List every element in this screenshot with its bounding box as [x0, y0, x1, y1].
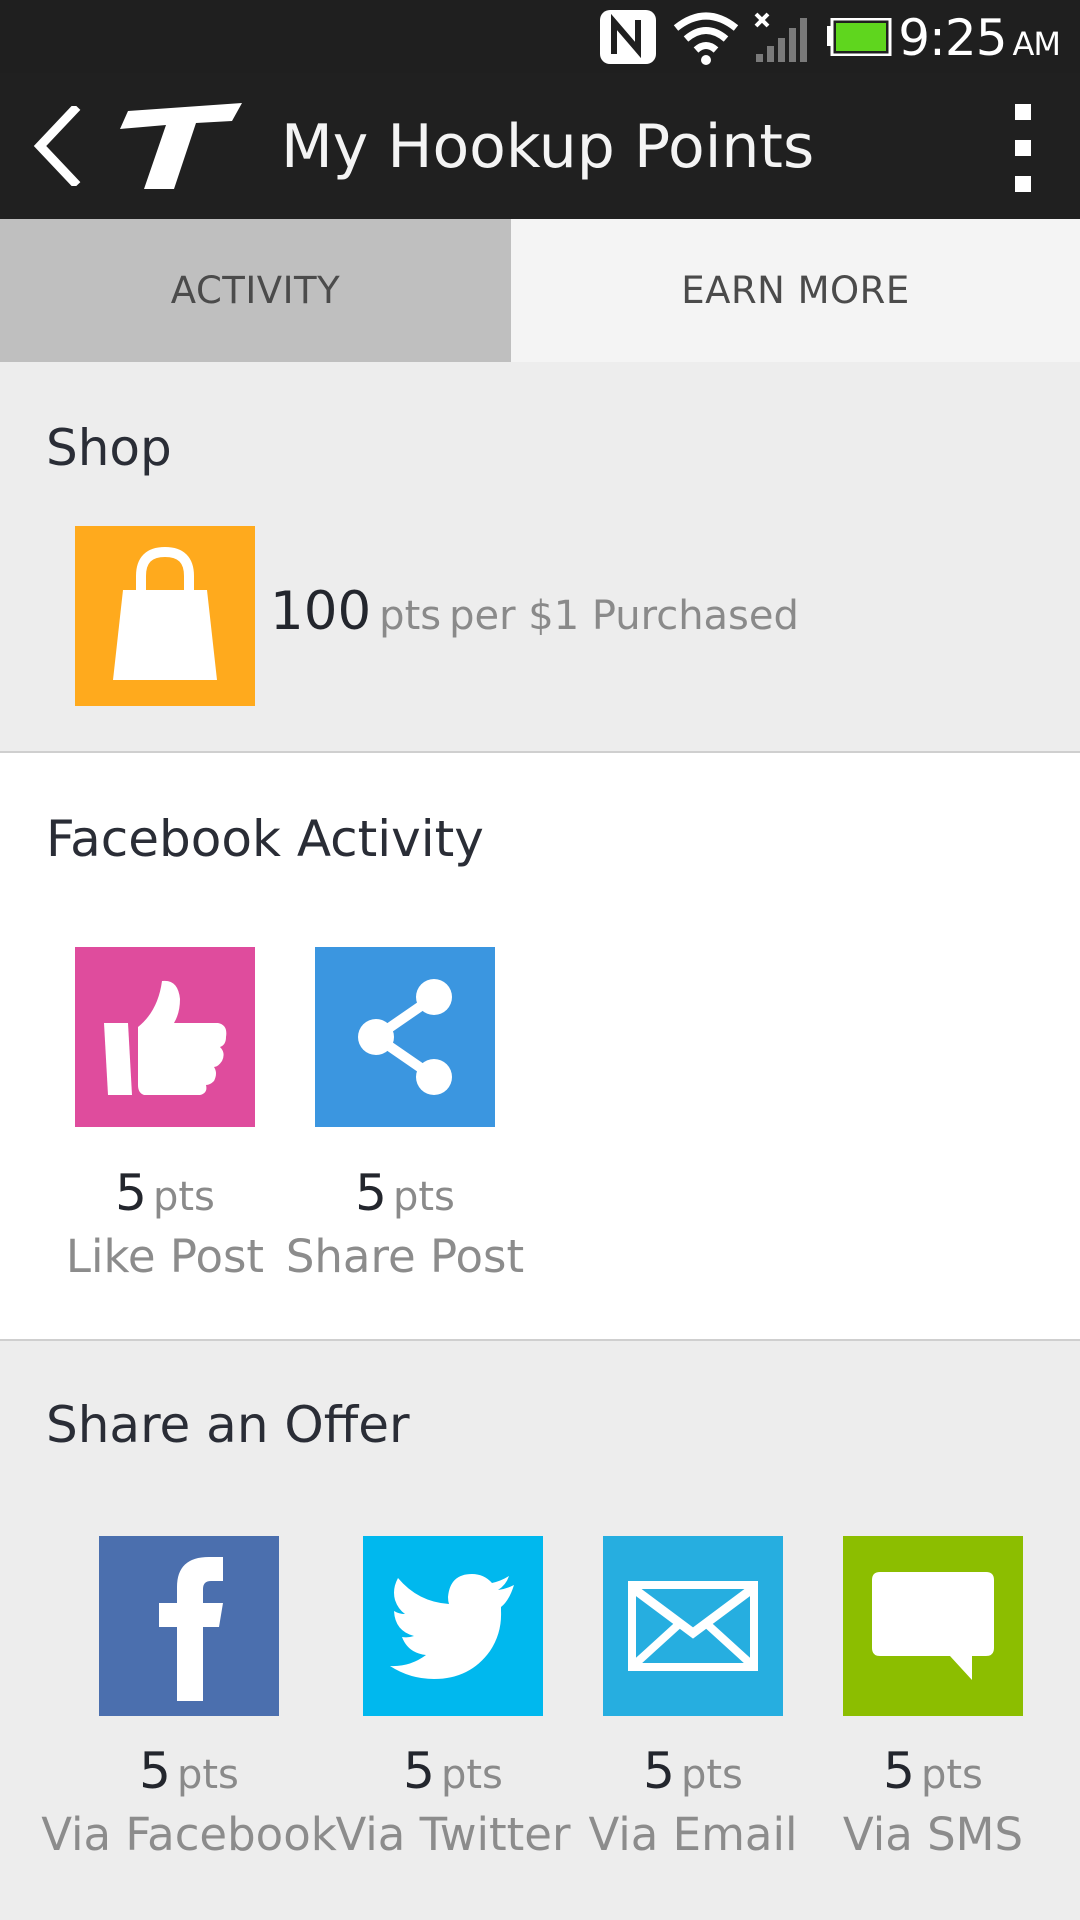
twitter-icon: [390, 1574, 514, 1679]
share-icon: [358, 979, 452, 1095]
logo-icon: [120, 103, 242, 189]
share-post-points: 5 pts: [315, 1163, 495, 1235]
shop-points: 100: [270, 581, 372, 642]
wifi-icon: [673, 12, 739, 65]
points-unit: pts: [920, 1752, 983, 1798]
points-value: 5: [115, 1164, 147, 1222]
battery-icon: [827, 18, 892, 56]
thumbs-up-icon: [104, 980, 227, 1095]
overflow-menu-icon[interactable]: [1008, 98, 1038, 198]
points-value: 5: [139, 1742, 171, 1800]
tab-earn-more[interactable]: EARN MORE: [511, 219, 1080, 362]
share-sms-tile[interactable]: [843, 1536, 1023, 1716]
shop-description: per $1 Purchased: [449, 593, 799, 639]
like-post-tile[interactable]: [75, 947, 255, 1127]
points-unit: pts: [392, 1174, 455, 1220]
clock-time: 9:25: [898, 9, 1007, 67]
points-unit: pts: [680, 1752, 743, 1798]
share-email-points: 5 pts: [603, 1741, 783, 1813]
status-bar: 9:25 AM: [0, 0, 1080, 73]
section-title: Facebook Activity: [46, 810, 484, 868]
points-value: 5: [643, 1742, 675, 1800]
points-value: 5: [355, 1164, 387, 1222]
points-unit: pts: [440, 1752, 503, 1798]
clock-ampm: AM: [1012, 25, 1061, 63]
nfc-icon: [600, 10, 656, 64]
shop-tile[interactable]: [75, 526, 255, 706]
shopping-bag-icon: [113, 546, 217, 680]
shop-points-line: 100 pts per $1 Purchased: [270, 582, 799, 654]
status-clock: 9:25 AM: [898, 8, 1061, 74]
shop-unit: pts: [379, 593, 442, 639]
tab-bar: ACTIVITY EARN MORE: [0, 219, 1080, 362]
facebook-icon: [159, 1557, 223, 1701]
back-icon[interactable]: [30, 106, 82, 186]
section-title: Share an Offer: [46, 1396, 410, 1454]
share-sms-label: Via SMS: [842, 1808, 1024, 1861]
section-title: Shop: [46, 419, 172, 477]
share-email-label: Via Email: [588, 1808, 798, 1861]
share-facebook-label: Via Facebook: [41, 1808, 337, 1861]
like-post-label: Like Post: [65, 1230, 265, 1283]
points-unit: pts: [152, 1174, 215, 1220]
share-post-label: Share Post: [285, 1230, 525, 1283]
share-twitter-label: Via Twitter: [335, 1808, 571, 1861]
share-post-tile[interactable]: [315, 947, 495, 1127]
sms-icon: [872, 1572, 994, 1680]
tab-activity-label: ACTIVITY: [170, 269, 341, 312]
facebook-activity-section: Facebook Activity 5 pts Like Post 5 pts Sh…: [0, 753, 1080, 1341]
app-bar: My Hookup Points: [0, 73, 1080, 219]
email-icon: [628, 1581, 758, 1671]
share-offer-section: Share an Offer 5 pts Via Facebook 5 pts Vi…: [0, 1341, 1080, 1920]
share-email-tile[interactable]: [603, 1536, 783, 1716]
share-twitter-points: 5 pts: [363, 1741, 543, 1813]
share-facebook-points: 5 pts: [99, 1741, 279, 1813]
tab-activity[interactable]: ACTIVITY: [0, 219, 511, 362]
points-unit: pts: [176, 1752, 239, 1798]
page-title: My Hookup Points: [281, 112, 815, 182]
cellular-signal-icon: [754, 12, 807, 62]
tab-earn-more-label: EARN MORE: [681, 269, 910, 312]
shop-section: Shop 100 pts per $1 Purchased: [0, 362, 1080, 753]
points-value: 5: [883, 1742, 915, 1800]
points-value: 5: [403, 1742, 435, 1800]
share-twitter-tile[interactable]: [363, 1536, 543, 1716]
share-sms-points: 5 pts: [843, 1741, 1023, 1813]
like-post-points: 5 pts: [75, 1163, 255, 1235]
share-facebook-tile[interactable]: [99, 1536, 279, 1716]
